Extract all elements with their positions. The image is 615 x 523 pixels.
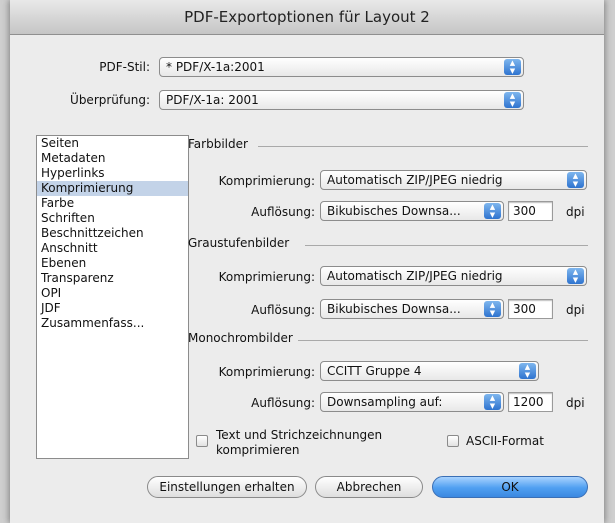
graustufenbilder-komprimierung-popup[interactable]: Automatisch ZIP/JPEG niedrig ▲ ▼ <box>320 266 587 286</box>
ascii-format-label: ASCII-Format <box>466 434 544 448</box>
monochrombilder-heading: Monochrombilder <box>188 331 293 345</box>
graustufenbilder-aufloesung-popup[interactable]: Bikubisches Downsa... ▲ ▼ <box>320 299 504 319</box>
farbbilder-dpi-unit: dpi <box>566 205 585 219</box>
monochrombilder-divider <box>298 340 588 341</box>
graustufenbilder-komprimierung-label: Komprimierung: <box>218 270 315 284</box>
farbbilder-heading: Farbbilder <box>188 137 248 151</box>
text-strich-label-line1: Text und Strichzeichnungen <box>216 428 383 442</box>
monochrombilder-aufloesung-label: Auflösung: <box>251 396 315 410</box>
farbbilder-aufloesung-label: Auflösung: <box>251 205 315 219</box>
monochrombilder-dpi-input[interactable]: 1200 <box>508 392 553 412</box>
text-strich-label-line2: komprimieren <box>216 443 300 457</box>
monochrombilder-aufloesung-popup[interactable]: Downsampling auf: ▲ ▼ <box>320 392 504 412</box>
monochrombilder-komprimierung-label: Komprimierung: <box>218 365 315 379</box>
keep-settings-button[interactable]: Einstellungen erhalten <box>147 476 307 498</box>
monochrombilder-komprimierung-value: CCITT Gruppe 4 <box>327 364 422 378</box>
ueberpruefung-popup[interactable]: PDF/X-1a: 2001 ▲ ▼ <box>159 90 524 110</box>
graustufenbilder-aufloesung-value: Bikubisches Downsa... <box>327 302 461 316</box>
sidebar-item-hyperlinks[interactable]: Hyperlinks <box>37 166 188 181</box>
graustufenbilder-heading: Graustufenbilder <box>188 236 290 250</box>
text-strich-checkbox[interactable] <box>196 435 208 447</box>
sidebar-item-opi[interactable]: OPI <box>37 286 188 301</box>
up-down-arrows-icon: ▲ ▼ <box>504 92 521 108</box>
up-down-arrows-icon: ▲ ▼ <box>567 172 584 188</box>
up-down-arrows-icon: ▲ ▼ <box>484 394 501 410</box>
monochrombilder-aufloesung-value: Downsampling auf: <box>327 395 443 409</box>
graustufenbilder-komprimierung-value: Automatisch ZIP/JPEG niedrig <box>327 269 503 283</box>
ueberpruefung-label: Überprüfung: <box>70 93 150 107</box>
graustufenbilder-dpi-input[interactable]: 300 <box>508 299 553 319</box>
window-title: PDF-Exportoptionen für Layout 2 <box>10 0 604 35</box>
sidebar-item-farbe[interactable]: Farbe <box>37 196 188 211</box>
pdf-stil-label: PDF-Stil: <box>99 60 150 74</box>
category-list[interactable]: Seiten Metadaten Hyperlinks Komprimierun… <box>36 135 189 459</box>
sidebar-item-schriften[interactable]: Schriften <box>37 211 188 226</box>
farbbilder-komprimierung-popup[interactable]: Automatisch ZIP/JPEG niedrig ▲ ▼ <box>320 170 587 190</box>
ascii-format-checkbox[interactable] <box>447 435 459 447</box>
pdf-export-dialog: PDF-Exportoptionen für Layout 2 PDF-Stil… <box>10 0 604 523</box>
sidebar-item-komprimierung[interactable]: Komprimierung <box>37 181 188 196</box>
up-down-arrows-icon: ▲ ▼ <box>484 203 501 219</box>
pdf-stil-popup[interactable]: * PDF/X-1a:2001 ▲ ▼ <box>159 57 524 77</box>
sidebar-item-ebenen[interactable]: Ebenen <box>37 256 188 271</box>
up-down-arrows-icon: ▲ ▼ <box>484 301 501 317</box>
text-strich-label: Text und Strichzeichnungen komprimieren <box>216 428 382 458</box>
monochrombilder-komprimierung-popup[interactable]: CCITT Gruppe 4 ▲ ▼ <box>320 361 539 381</box>
graustufenbilder-dpi-unit: dpi <box>566 303 585 317</box>
up-down-arrows-icon: ▲ ▼ <box>567 268 584 284</box>
sidebar-item-anschnitt[interactable]: Anschnitt <box>37 241 188 256</box>
farbbilder-komprimierung-label: Komprimierung: <box>218 174 315 188</box>
farbbilder-aufloesung-popup[interactable]: Bikubisches Downsa... ▲ ▼ <box>320 201 504 221</box>
ueberpruefung-value: PDF/X-1a: 2001 <box>166 93 259 107</box>
sidebar-item-metadaten[interactable]: Metadaten <box>37 151 188 166</box>
sidebar-item-jdf[interactable]: JDF <box>37 301 188 316</box>
graustufenbilder-divider <box>305 245 588 246</box>
sidebar-item-zusammenfassung[interactable]: Zusammenfass... <box>37 316 188 331</box>
farbbilder-aufloesung-value: Bikubisches Downsa... <box>327 204 461 218</box>
sidebar-item-transparenz[interactable]: Transparenz <box>37 271 188 286</box>
pdf-stil-value: * PDF/X-1a:2001 <box>166 60 265 74</box>
cancel-button[interactable]: Abbrechen <box>315 476 423 498</box>
sidebar-item-seiten[interactable]: Seiten <box>37 136 188 151</box>
sidebar-item-beschnittzeichen[interactable]: Beschnittzeichen <box>37 226 188 241</box>
monochrombilder-dpi-unit: dpi <box>566 396 585 410</box>
up-down-arrows-icon: ▲ ▼ <box>519 363 536 379</box>
farbbilder-divider <box>258 146 588 147</box>
up-down-arrows-icon: ▲ ▼ <box>504 59 521 75</box>
graustufenbilder-aufloesung-label: Auflösung: <box>251 303 315 317</box>
farbbilder-dpi-input[interactable]: 300 <box>508 201 553 221</box>
farbbilder-komprimierung-value: Automatisch ZIP/JPEG niedrig <box>327 173 503 187</box>
ok-button[interactable]: OK <box>432 476 588 498</box>
